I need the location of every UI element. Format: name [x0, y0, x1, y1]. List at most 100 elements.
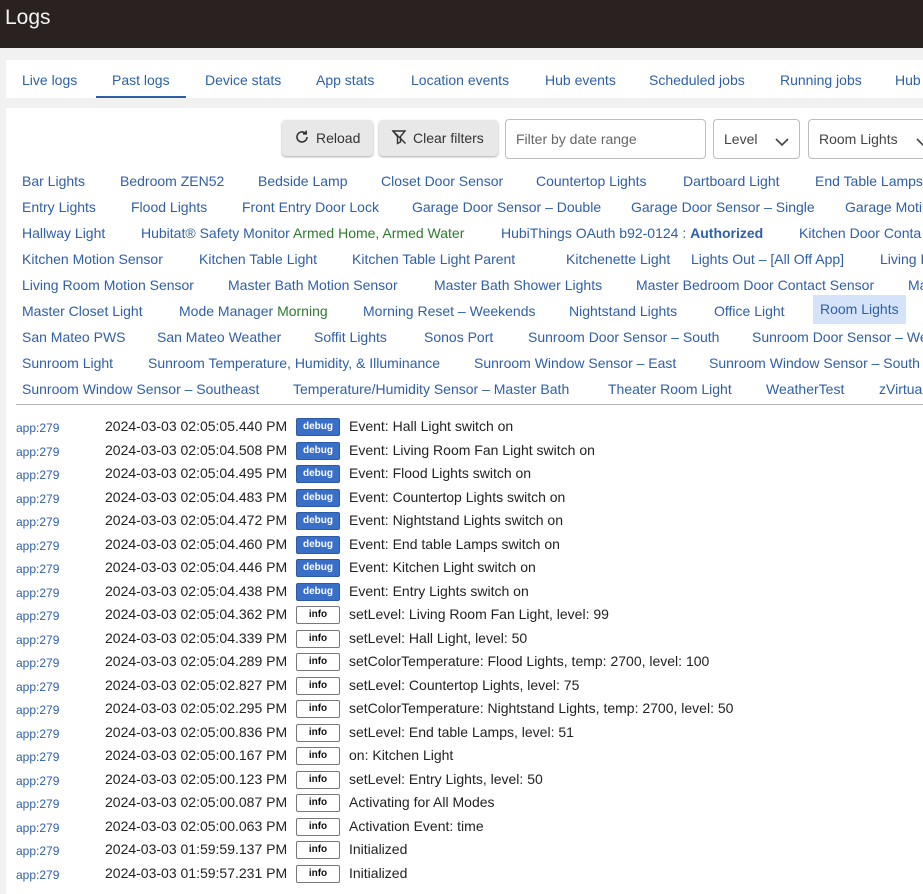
device-chip[interactable]: Sunroom Door Sensor – We — [745, 324, 923, 350]
log-source-link[interactable]: app:279 — [16, 562, 59, 576]
level-select[interactable]: Level — [713, 119, 800, 159]
log-source-link[interactable]: app:279 — [16, 633, 59, 647]
reload-button[interactable]: Reload — [282, 120, 373, 156]
tab-location-events[interactable]: Location events — [411, 60, 509, 96]
device-chip[interactable]: Sonos Port — [417, 324, 500, 350]
log-source-link[interactable]: app:279 — [16, 421, 59, 435]
log-source-link[interactable]: app:279 — [16, 680, 59, 694]
device-chip[interactable]: Garage Moti — [838, 194, 923, 220]
log-timestamp: 2024-03-03 02:05:00.087 PM — [105, 794, 288, 810]
log-source-link[interactable]: app:279 — [16, 492, 59, 506]
device-chip[interactable]: San Mateo Weather — [150, 324, 288, 350]
device-chip[interactable]: Garage Door Sensor – Double — [405, 194, 608, 220]
device-chip[interactable]: Sunroom Window Sensor – East — [467, 350, 683, 376]
log-source-link[interactable]: app:279 — [16, 727, 59, 741]
device-chip[interactable]: Living R — [873, 246, 923, 272]
log-source-link[interactable]: app:279 — [16, 868, 59, 882]
device-chip[interactable]: Office Light — [707, 298, 792, 324]
device-chip[interactable]: Kitchen Table Light Parent — [345, 246, 522, 272]
log-level-badge: info — [296, 629, 340, 648]
log-source-link[interactable]: app:279 — [16, 774, 59, 788]
device-chip[interactable]: Soffit Lights — [307, 324, 394, 350]
log-timestamp: 2024-03-03 02:05:00.063 PM — [105, 817, 288, 834]
log-timestamp: 2024-03-03 01:59:59.137 PM — [105, 841, 288, 857]
log-row: app:279 2024-03-03 02:05:04.483 PM debug… — [6, 487, 923, 510]
device-chip[interactable]: zVirtua — [872, 376, 923, 402]
device-select[interactable]: Room Lights — [808, 119, 923, 159]
device-chip[interactable]: Master Bath Motion Sensor — [221, 272, 405, 298]
device-chip[interactable]: Sunroom Window Sensor – South — [702, 350, 923, 376]
device-chip[interactable]: Kitchen Table Light — [192, 246, 324, 272]
tab-device-stats[interactable]: Device stats — [205, 60, 281, 96]
device-chip[interactable]: Living Room Motion Sensor — [15, 272, 201, 298]
device-chip[interactable]: End Table Lamps — [808, 168, 923, 194]
device-chip[interactable]: Morning Reset – Weekends — [356, 298, 543, 324]
device-chip[interactable]: Temperature/Humidity Sensor – Master Bat… — [286, 376, 576, 402]
device-chip[interactable]: Master Closet Light — [15, 298, 150, 324]
tab-scheduled-jobs[interactable]: Scheduled jobs — [649, 60, 745, 96]
log-source-link[interactable]: app:279 — [16, 586, 59, 600]
log-source-link[interactable]: app:279 — [16, 797, 59, 811]
device-chip[interactable]: Dartboard Light — [676, 168, 787, 194]
device-chip[interactable]: Theater Room Light — [601, 376, 739, 402]
device-chip[interactable]: San Mateo PWS — [15, 324, 133, 350]
device-chip[interactable]: Garage Door Sensor – Single — [624, 194, 822, 220]
device-chip[interactable]: Sunroom Window Sensor – Southeast — [15, 376, 266, 402]
log-level-badge: debug — [296, 582, 340, 601]
log-source-link[interactable]: app:279 — [16, 656, 59, 670]
clear-filters-label: Clear filters — [413, 130, 484, 146]
device-chip-selected[interactable]: Room Lights — [813, 295, 906, 324]
log-source-link[interactable]: app:279 — [16, 821, 59, 835]
log-message: setLevel: Countertop Lights, level: 75 — [349, 676, 580, 693]
device-chip[interactable]: Flood Lights — [124, 194, 214, 220]
device-chip[interactable]: Closet Door Sensor — [374, 168, 510, 194]
device-chip-safety-monitor[interactable]: Hubitat® Safety Monitor Armed Home, Arme… — [134, 220, 471, 246]
device-chip[interactable]: Lights Out – [All Off App] — [684, 246, 851, 272]
page-title: Logs — [5, 6, 51, 29]
device-chip[interactable]: Hallway Light — [15, 220, 112, 246]
device-chip[interactable]: Kitchen Door Conta — [792, 220, 923, 246]
log-message: Initialized — [349, 864, 408, 881]
log-source-link[interactable]: app:279 — [16, 539, 59, 553]
device-chip[interactable]: WeatherTest — [759, 376, 851, 402]
log-source-link[interactable]: app:279 — [16, 844, 59, 858]
device-chip[interactable]: Nightstand Lights — [562, 298, 684, 324]
tab-app-stats[interactable]: App stats — [316, 60, 374, 96]
device-chip[interactable]: Bedroom ZEN52 — [113, 168, 231, 194]
device-chip[interactable]: Kitchenette Light — [559, 246, 677, 272]
log-timestamp: 2024-03-03 02:05:04.438 PM — [105, 582, 288, 599]
device-chip[interactable]: Bedside Lamp — [251, 168, 355, 194]
date-range-input[interactable] — [506, 120, 686, 158]
tab-hub[interactable]: Hub — [895, 60, 921, 96]
tab-running-jobs[interactable]: Running jobs — [780, 60, 862, 96]
device-chip-mode-manager[interactable]: Mode Manager Morning — [172, 298, 335, 324]
device-chip[interactable]: Sunroom Temperature, Humidity, & Illumin… — [141, 350, 447, 376]
log-level-badge: debug — [296, 418, 340, 436]
log-source-link[interactable]: app:279 — [16, 750, 59, 764]
tab-hub-events[interactable]: Hub events — [545, 60, 616, 96]
log-source-link[interactable]: app:279 — [16, 445, 59, 459]
log-timestamp: 2024-03-03 02:05:00.123 PM — [105, 770, 288, 787]
device-chip[interactable]: Bar Lights — [15, 168, 92, 194]
device-chip-hubithings[interactable]: HubiThings OAuth b92-0124 : Authorized — [494, 220, 770, 246]
log-message: setColorTemperature: Nightstand Lights, … — [349, 700, 734, 716]
clear-filters-button[interactable]: Clear filters — [379, 120, 498, 156]
authorized-badge: Authorized — [690, 225, 764, 241]
tab-live-logs[interactable]: Live logs — [22, 60, 77, 96]
tab-past-logs[interactable]: Past logs — [96, 60, 186, 98]
device-chip[interactable]: Front Entry Door Lock — [235, 194, 386, 220]
log-level-badge: info — [296, 864, 340, 883]
log-source-link[interactable]: app:279 — [16, 468, 59, 482]
log-source-link[interactable]: app:279 — [16, 515, 59, 529]
log-source-link[interactable]: app:279 — [16, 703, 59, 717]
log-message: setLevel: Living Room Fan Light, level: … — [349, 606, 609, 622]
device-chip[interactable]: Entry Lights — [15, 194, 103, 220]
device-chip[interactable]: Kitchen Motion Sensor — [15, 246, 170, 272]
log-level-badge: info — [296, 653, 340, 671]
device-chip[interactable]: Sunroom Light — [15, 350, 120, 376]
log-source-link[interactable]: app:279 — [16, 609, 59, 623]
device-chip[interactable]: Sunroom Door Sensor – South — [521, 324, 726, 350]
device-chip[interactable]: Master Bath Shower Lights — [427, 272, 609, 298]
device-status: Armed Home, Armed Water — [292, 225, 465, 241]
device-chip[interactable]: Countertop Lights — [529, 168, 654, 194]
